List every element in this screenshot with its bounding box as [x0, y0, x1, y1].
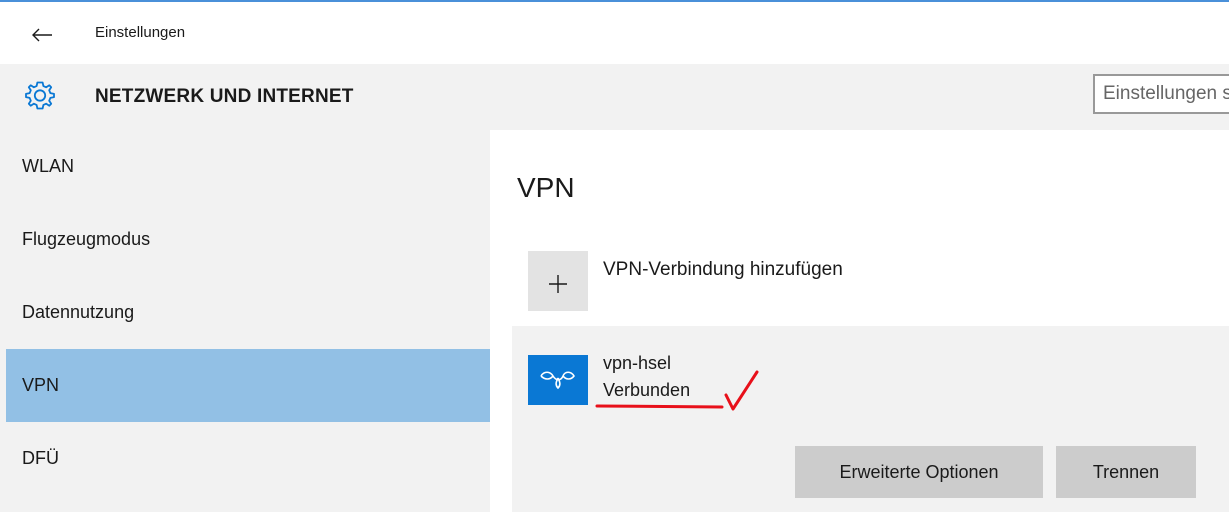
title-bar: Einstellungen: [0, 2, 1229, 64]
sidebar-item-dfue[interactable]: DFÜ: [6, 422, 490, 495]
sidebar-item-label: DFÜ: [22, 448, 59, 468]
sidebar-item-datennutzung[interactable]: Datennutzung: [6, 276, 490, 349]
settings-window: Einstellungen NETZWERK UND INTERNET WLAN…: [0, 0, 1229, 512]
vpn-icon: [540, 371, 575, 390]
back-button[interactable]: [22, 20, 62, 50]
vpn-connection-item[interactable]: vpn-hsel Verbunden Erweiterte Optionen T…: [512, 326, 1229, 512]
section-heading: VPN: [517, 172, 575, 203]
back-arrow-icon: [32, 28, 52, 42]
sidebar-item-wlan[interactable]: WLAN: [6, 130, 490, 203]
settings-search-input[interactable]: [1093, 74, 1229, 114]
sidebar-item-label: WLAN: [22, 156, 75, 176]
vpn-connection-name: vpn-hsel: [603, 353, 672, 373]
add-vpn-label[interactable]: VPN-Verbindung hinzufügen: [603, 259, 843, 281]
main-content: VPN VPN-Verbindung hinzufügen vpn-hsel V…: [490, 130, 1229, 512]
sidebar-item-label: Datennutzung: [22, 302, 135, 322]
page-title: NETZWERK UND INTERNET: [95, 86, 354, 107]
plus-icon: [549, 275, 567, 293]
add-vpn-button[interactable]: [528, 251, 588, 311]
disconnect-button[interactable]: Trennen: [1056, 446, 1196, 498]
vpn-connection-tile: [528, 355, 588, 405]
sidebar: WLAN Flugzeugmodus Datennutzung VPN DFÜ: [0, 130, 490, 512]
sidebar-item-flugzeugmodus[interactable]: Flugzeugmodus: [6, 203, 490, 276]
advanced-options-button[interactable]: Erweiterte Optionen: [795, 446, 1043, 498]
sidebar-item-vpn[interactable]: VPN: [6, 349, 490, 422]
vpn-connection-status: Verbunden: [603, 380, 691, 400]
sidebar-item-label: VPN: [22, 375, 60, 395]
window-title: Einstellungen: [95, 24, 186, 41]
sidebar-item-label: Flugzeugmodus: [22, 229, 151, 249]
page-header: NETZWERK UND INTERNET: [0, 64, 1229, 130]
gear-icon: [25, 81, 55, 110]
